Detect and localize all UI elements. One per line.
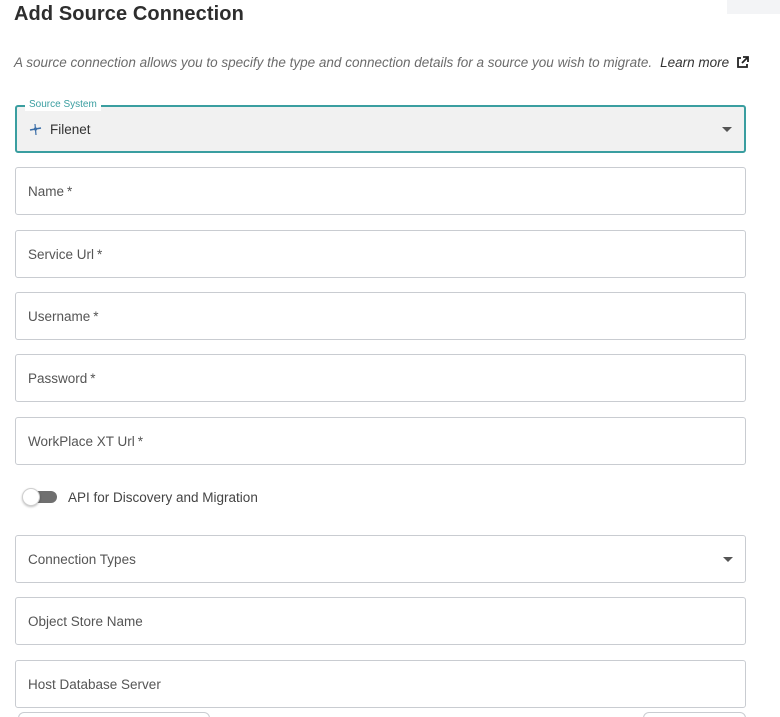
workplace-xt-url-required-marker: * [137,433,144,449]
learn-more-link[interactable]: Learn more [660,55,750,70]
object-store-name-label: Object Store Name [28,613,143,629]
add-source-connection-page: Add Source Connection A source connectio… [0,0,780,717]
object-store-name-field[interactable]: Object Store Name [15,597,746,645]
host-database-server-field[interactable]: Host Database Server [15,660,746,708]
workplace-xt-url-label: WorkPlace XT Url [28,433,135,449]
password-required-marker: * [90,370,96,386]
username-required-marker: * [93,308,99,324]
source-system-legend: Source System [25,99,101,111]
username-field[interactable]: Username * [15,292,746,340]
source-system-select[interactable]: Source System Filenet [15,99,746,153]
name-required-marker: * [67,183,73,199]
api-toggle-switch[interactable] [22,488,58,506]
workplace-xt-url-field[interactable]: WorkPlace XT Url * [15,417,746,465]
service-url-label: Service Url [28,246,95,262]
password-label: Password [28,370,88,386]
name-label: Name [28,183,65,199]
source-system-value: Filenet [50,121,91,137]
name-field[interactable]: Name * [15,167,746,215]
connection-types-placeholder: Connection Types [28,551,136,567]
top-right-panel-edge [727,0,780,14]
username-label: Username [28,308,91,324]
connection-types-select[interactable]: Connection Types [15,535,746,583]
description-row: A source connection allows you to specif… [14,55,754,70]
api-toggle-label: API for Discovery and Migration [68,489,258,505]
page-title: Add Source Connection [14,3,244,25]
chevron-down-icon [723,557,733,562]
filenet-logo-icon [29,123,42,136]
password-field[interactable]: Password * [15,354,746,402]
host-database-server-label: Host Database Server [28,676,161,692]
cutoff-field-left[interactable] [18,712,210,717]
service-url-required-marker: * [97,246,103,262]
learn-more-label: Learn more [660,55,730,70]
external-link-icon [737,56,750,68]
chevron-down-icon [722,127,732,132]
service-url-field[interactable]: Service Url * [15,230,746,278]
api-toggle-row: API for Discovery and Migration [22,486,258,508]
cutoff-field-right[interactable] [643,712,746,717]
toggle-knob [22,488,40,506]
description-text: A source connection allows you to specif… [14,55,653,70]
